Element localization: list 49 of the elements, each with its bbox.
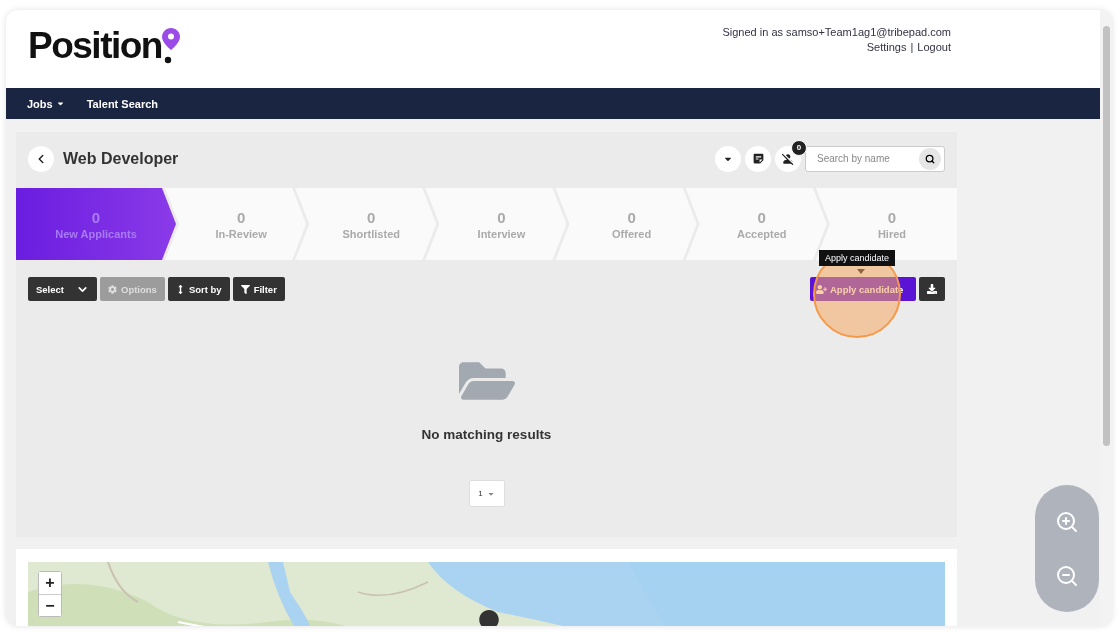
user-plus-icon xyxy=(816,283,827,295)
logo-pin-icon xyxy=(161,28,180,64)
link-separator: | xyxy=(910,41,914,53)
note-button[interactable] xyxy=(745,145,771,172)
sort-button[interactable]: Sort by xyxy=(167,277,230,301)
stage-label: Interview xyxy=(477,227,526,240)
tooltip: Apply candidate xyxy=(819,250,896,266)
person-off-button[interactable] xyxy=(775,145,801,172)
stage-label: Shortlisted xyxy=(342,227,400,240)
filter-button[interactable]: Filter xyxy=(232,277,285,301)
download-icon xyxy=(927,284,937,294)
search-input[interactable]: Search by name xyxy=(815,152,919,165)
scrollbar[interactable] xyxy=(1102,26,1110,446)
stage-count: 0 xyxy=(236,208,246,226)
count-badge: 0 xyxy=(791,139,807,156)
gear-icon xyxy=(108,284,117,294)
search-button[interactable] xyxy=(919,147,941,170)
stage-count: 0 xyxy=(497,208,506,226)
signed-in-text: Signed in as samso+Team1ag1@tribepad.com xyxy=(722,26,951,38)
zoom-in-icon[interactable] xyxy=(1055,509,1079,534)
stage-count: 0 xyxy=(91,208,101,226)
stage-count: 0 xyxy=(367,208,376,226)
stage-label: Accepted xyxy=(737,227,787,240)
download-button[interactable] xyxy=(919,277,945,301)
job-title: Web Developer xyxy=(63,149,179,168)
page-select[interactable]: 1 xyxy=(468,480,505,507)
nav-item[interactable]: Jobs xyxy=(27,97,65,110)
tooltip-arrow xyxy=(857,269,865,274)
logo-text: Position xyxy=(28,27,162,64)
person-off-icon xyxy=(781,151,795,166)
stage-count: 0 xyxy=(757,208,766,226)
select-button[interactable]: Select xyxy=(28,277,97,301)
logout-link[interactable]: Logout xyxy=(917,41,951,53)
back-button[interactable] xyxy=(28,145,54,172)
search-field[interactable]: Search by name xyxy=(805,145,945,172)
stage-label: Offered xyxy=(612,227,652,240)
search-icon xyxy=(925,153,935,164)
stage-count: 0 xyxy=(887,208,897,226)
filter-icon xyxy=(240,284,250,294)
nav-item[interactable]: Talent Search xyxy=(86,97,158,110)
stage-label: New Applicants xyxy=(55,227,137,240)
note-icon xyxy=(751,152,765,165)
stage-label: Hired xyxy=(877,227,906,240)
settings-link[interactable]: Settings xyxy=(866,41,907,53)
zoom-out-icon[interactable] xyxy=(1055,563,1079,588)
stage-count: 0 xyxy=(627,208,636,226)
map-zoom-out-button[interactable]: − xyxy=(39,594,61,616)
empty-message: No matching results xyxy=(421,427,552,442)
stage-label: In-Review xyxy=(215,227,267,240)
